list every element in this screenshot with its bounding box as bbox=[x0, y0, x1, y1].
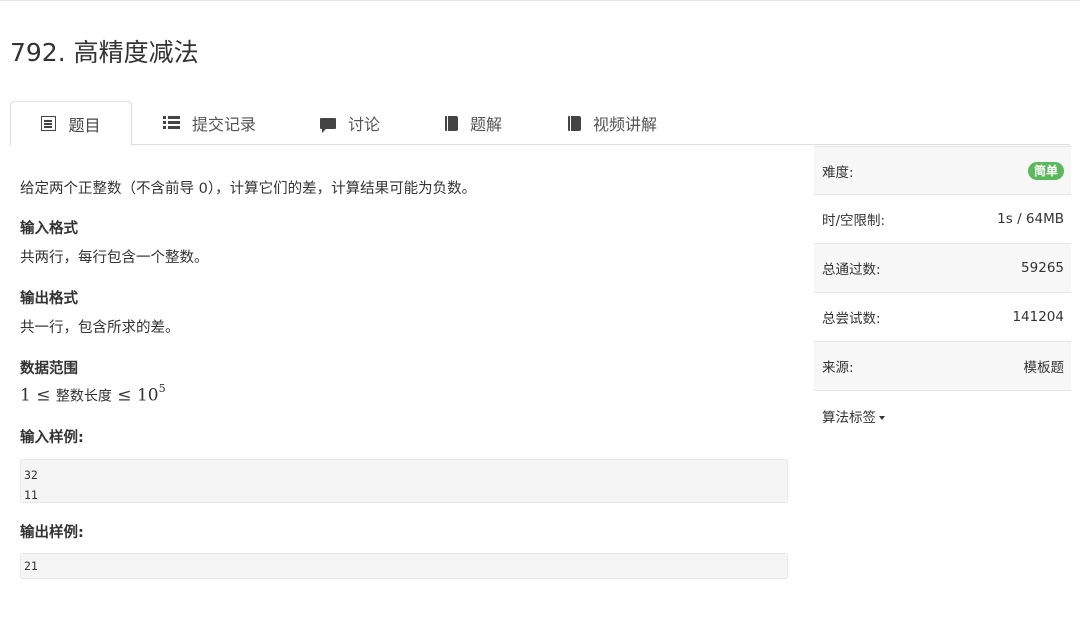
tab-submissions[interactable]: 提交记录 bbox=[163, 101, 256, 145]
tab-label: 题解 bbox=[470, 115, 503, 134]
tab-bar: 题目 提交记录 讨论 题解 视频讲解 bbox=[10, 101, 1070, 146]
range-formula: 1 ≤ 整数长度 ≤ 105 bbox=[20, 382, 166, 406]
output-format-heading: 输出格式 bbox=[20, 291, 78, 307]
tab-discussion[interactable]: 讨论 bbox=[320, 101, 380, 145]
difficulty-row: 难度: 简单 bbox=[814, 146, 1071, 195]
passed-label: 总通过数: bbox=[822, 262, 881, 278]
book-icon bbox=[445, 115, 458, 131]
problem-info-panel: 难度: 简单 时/空限制: 1s / 64MB 总通过数: 59265 总尝试数… bbox=[814, 146, 1071, 440]
tab-label: 视频讲解 bbox=[593, 115, 658, 134]
limit-label: 时/空限制: bbox=[822, 213, 886, 229]
book-icon bbox=[568, 115, 581, 131]
problem-description: 给定两个正整数（不含前导 0），计算它们的差，计算结果可能为负数。 bbox=[20, 181, 477, 197]
comment-icon bbox=[320, 117, 336, 133]
limit-row: 时/空限制: 1s / 64MB bbox=[814, 195, 1071, 244]
output-format-text: 共一行，包含所求的差。 bbox=[20, 320, 180, 336]
tags-row: 算法标签 bbox=[814, 391, 1071, 440]
tab-solutions[interactable]: 题解 bbox=[445, 101, 502, 145]
sample-input-block: 32 11 bbox=[20, 459, 788, 503]
range-le-symbol: ≤ bbox=[36, 385, 51, 406]
attempts-row: 总尝试数: 141204 bbox=[814, 293, 1071, 342]
top-divider bbox=[0, 0, 1080, 1]
passed-row: 总通过数: 59265 bbox=[814, 244, 1071, 293]
range-le-symbol: ≤ bbox=[117, 385, 132, 406]
problem-title: 792. 高精度减法 bbox=[10, 38, 199, 67]
sample-input-line: 11 bbox=[24, 488, 38, 502]
sample-output-line: 21 bbox=[24, 559, 38, 573]
tab-label: 提交记录 bbox=[192, 115, 257, 134]
tab-label: 讨论 bbox=[348, 115, 381, 134]
range-text: 整数长度 bbox=[55, 388, 112, 405]
attempts-label: 总尝试数: bbox=[822, 311, 881, 327]
input-format-text: 共两行，每行包含一个整数。 bbox=[20, 250, 209, 266]
attempts-value: 141204 bbox=[1012, 309, 1064, 325]
range-base: 10 bbox=[136, 385, 159, 406]
list-lines-icon bbox=[163, 116, 180, 130]
difficulty-badge: 简单 bbox=[1027, 161, 1064, 180]
list-box-icon bbox=[41, 116, 57, 131]
sample-input-line: 32 bbox=[24, 468, 38, 482]
tab-label: 题目 bbox=[68, 115, 101, 135]
sample-input-heading: 输入样例: bbox=[20, 430, 84, 446]
source-value[interactable]: 模板题 bbox=[1024, 356, 1065, 376]
range-exponent: 5 bbox=[158, 382, 166, 395]
range-low: 1 bbox=[20, 385, 31, 406]
range-heading: 数据范围 bbox=[20, 361, 78, 377]
difficulty-label: 难度: bbox=[822, 164, 854, 181]
source-label: 来源: bbox=[822, 360, 854, 376]
input-format-heading: 输入格式 bbox=[20, 221, 78, 237]
tab-problem[interactable]: 题目 bbox=[10, 101, 132, 146]
caret-down-icon bbox=[879, 415, 885, 420]
algorithm-tags-toggle[interactable]: 算法标签 bbox=[822, 406, 885, 426]
sample-output-block: 21 bbox=[20, 553, 788, 579]
tab-video[interactable]: 视频讲解 bbox=[568, 101, 657, 145]
source-row: 来源: 模板题 bbox=[814, 342, 1071, 391]
limit-value: 1s / 64MB bbox=[997, 211, 1064, 227]
tags-label: 算法标签 bbox=[822, 409, 876, 426]
sample-output-heading: 输出样例: bbox=[20, 525, 84, 541]
passed-value: 59265 bbox=[1021, 260, 1064, 276]
